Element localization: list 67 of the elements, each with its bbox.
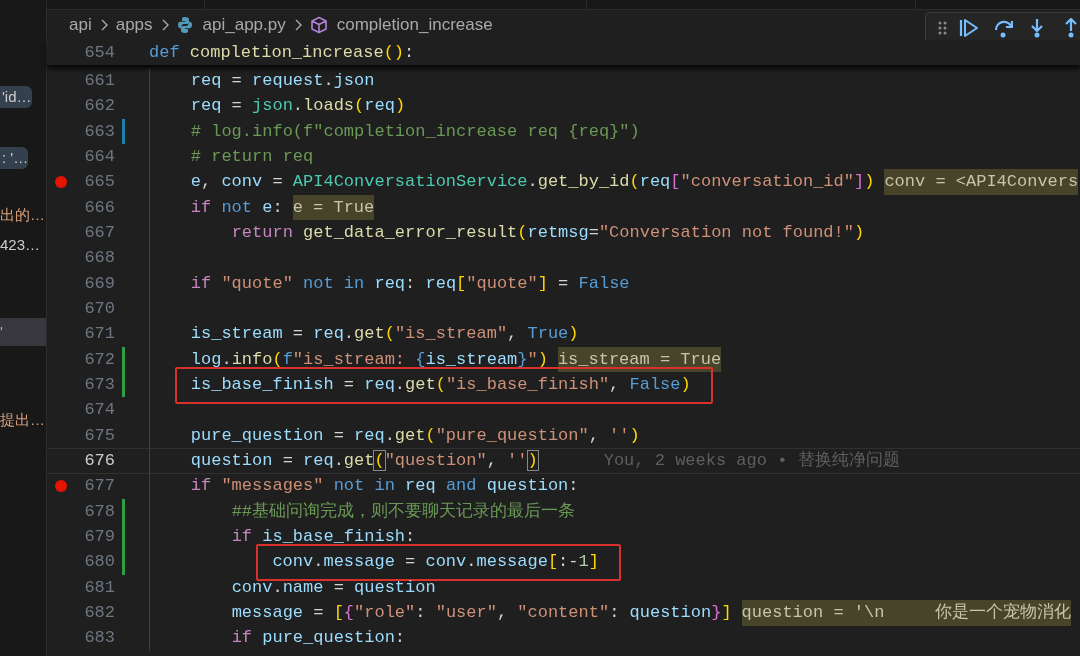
inline-value: e = True (292, 194, 375, 221)
line-number: 661 (83, 69, 115, 92)
line-number: 678 (83, 500, 115, 523)
cube-icon (309, 16, 328, 34)
line-number: 675 (83, 424, 115, 447)
variable-value[interactable]: 'id… (0, 85, 32, 109)
line-number: 669 (83, 272, 115, 295)
drag-handle-icon (938, 21, 947, 35)
code-line: return get_data_error_result(retmsg="Conversation not found!") (231, 222, 865, 244)
code-line: def completion_increase(): (149, 41, 415, 64)
code-line: log.info(f"is_stream: {is_stream}") (190, 348, 548, 371)
continue-icon[interactable] (959, 18, 979, 38)
line-number: 665 (83, 171, 115, 194)
code-line: is_stream = req.get("is_stream", True) (190, 323, 579, 346)
code-line: is_base_finish = req.get("is_base_finish", False) (190, 375, 691, 395)
code-line: if pure_question: (231, 627, 406, 650)
code-line: # log.info(f"completion_increase req {req}") (190, 120, 640, 143)
code-line: conv.message = conv.message[:-1] (272, 552, 599, 572)
line-number: 683 (83, 627, 115, 650)
line-number: 674 (83, 399, 115, 422)
line-number: 654 (83, 41, 115, 64)
code-line: # return req (190, 145, 314, 168)
code-line: pure_question = req.get("pure_question", '') (190, 424, 640, 447)
line-number: 679 (83, 526, 115, 549)
code-line: if "messages" not in req and question: (190, 475, 579, 498)
code-line: if "quote" not in req: req["quote"] = False (190, 272, 630, 295)
python-file-icon (176, 16, 193, 34)
line-number: 668 (83, 247, 115, 270)
code-line: if not e: (190, 196, 283, 219)
breadcrumb-item[interactable]: completion_increase (336, 12, 493, 38)
code-line: req = json.loads(req) (190, 95, 406, 118)
variable-value[interactable]: : '… (0, 146, 29, 170)
step-over-icon[interactable] (993, 18, 1013, 38)
inline-value: conv = <API4Convers (884, 169, 1079, 195)
code-line: conv.name = question (231, 576, 436, 599)
code-line: e, conv = API4ConversationService.get_by_id(req["conversation_id"]) (190, 171, 875, 194)
code-line: question = req.get("question", '') (190, 450, 538, 473)
line-number: 664 (83, 145, 115, 168)
breakpoint-icon[interactable] (55, 176, 67, 189)
line-number: 677 (83, 475, 115, 498)
line-number: 667 (83, 222, 115, 244)
line-number: 666 (83, 196, 115, 219)
blame-annotation: You, 2 weeks ago • 替换纯净问题 (603, 450, 900, 473)
variable-value[interactable]: ' (0, 320, 3, 344)
breakpoint-icon[interactable] (55, 480, 67, 493)
variable-value[interactable]: 出的… (0, 203, 45, 227)
line-number: 681 (83, 576, 115, 599)
line-number: 680 (83, 551, 115, 574)
breadcrumb-item[interactable]: apps (115, 12, 153, 38)
line-number: 673 (83, 374, 115, 397)
code-line: if is_base_finish: (231, 526, 416, 549)
line-number: 662 (83, 95, 115, 118)
code-line: ##基础问询完成，则不要聊天记录的最后一条 (231, 500, 576, 523)
code-line: message = [{"role": "user", "content": question}] (231, 602, 732, 625)
code-line: req = request.json (190, 69, 375, 92)
variable-value[interactable]: 提出… (0, 408, 45, 432)
line-number: 672 (83, 348, 115, 371)
line-number: 670 (83, 298, 115, 320)
variable-value[interactable]: 423… (0, 233, 41, 257)
line-number: 663 (83, 120, 115, 143)
inline-value: is_stream = True (557, 346, 722, 373)
line-number: 676 (83, 450, 115, 473)
line-number: 671 (83, 323, 115, 346)
breadcrumb-item[interactable]: api_app.py (202, 12, 286, 38)
inline-value: question = '\n 你是一个宠物消化 (741, 600, 1072, 626)
line-number: 682 (83, 602, 115, 625)
breadcrumb-item[interactable]: api (69, 12, 92, 38)
